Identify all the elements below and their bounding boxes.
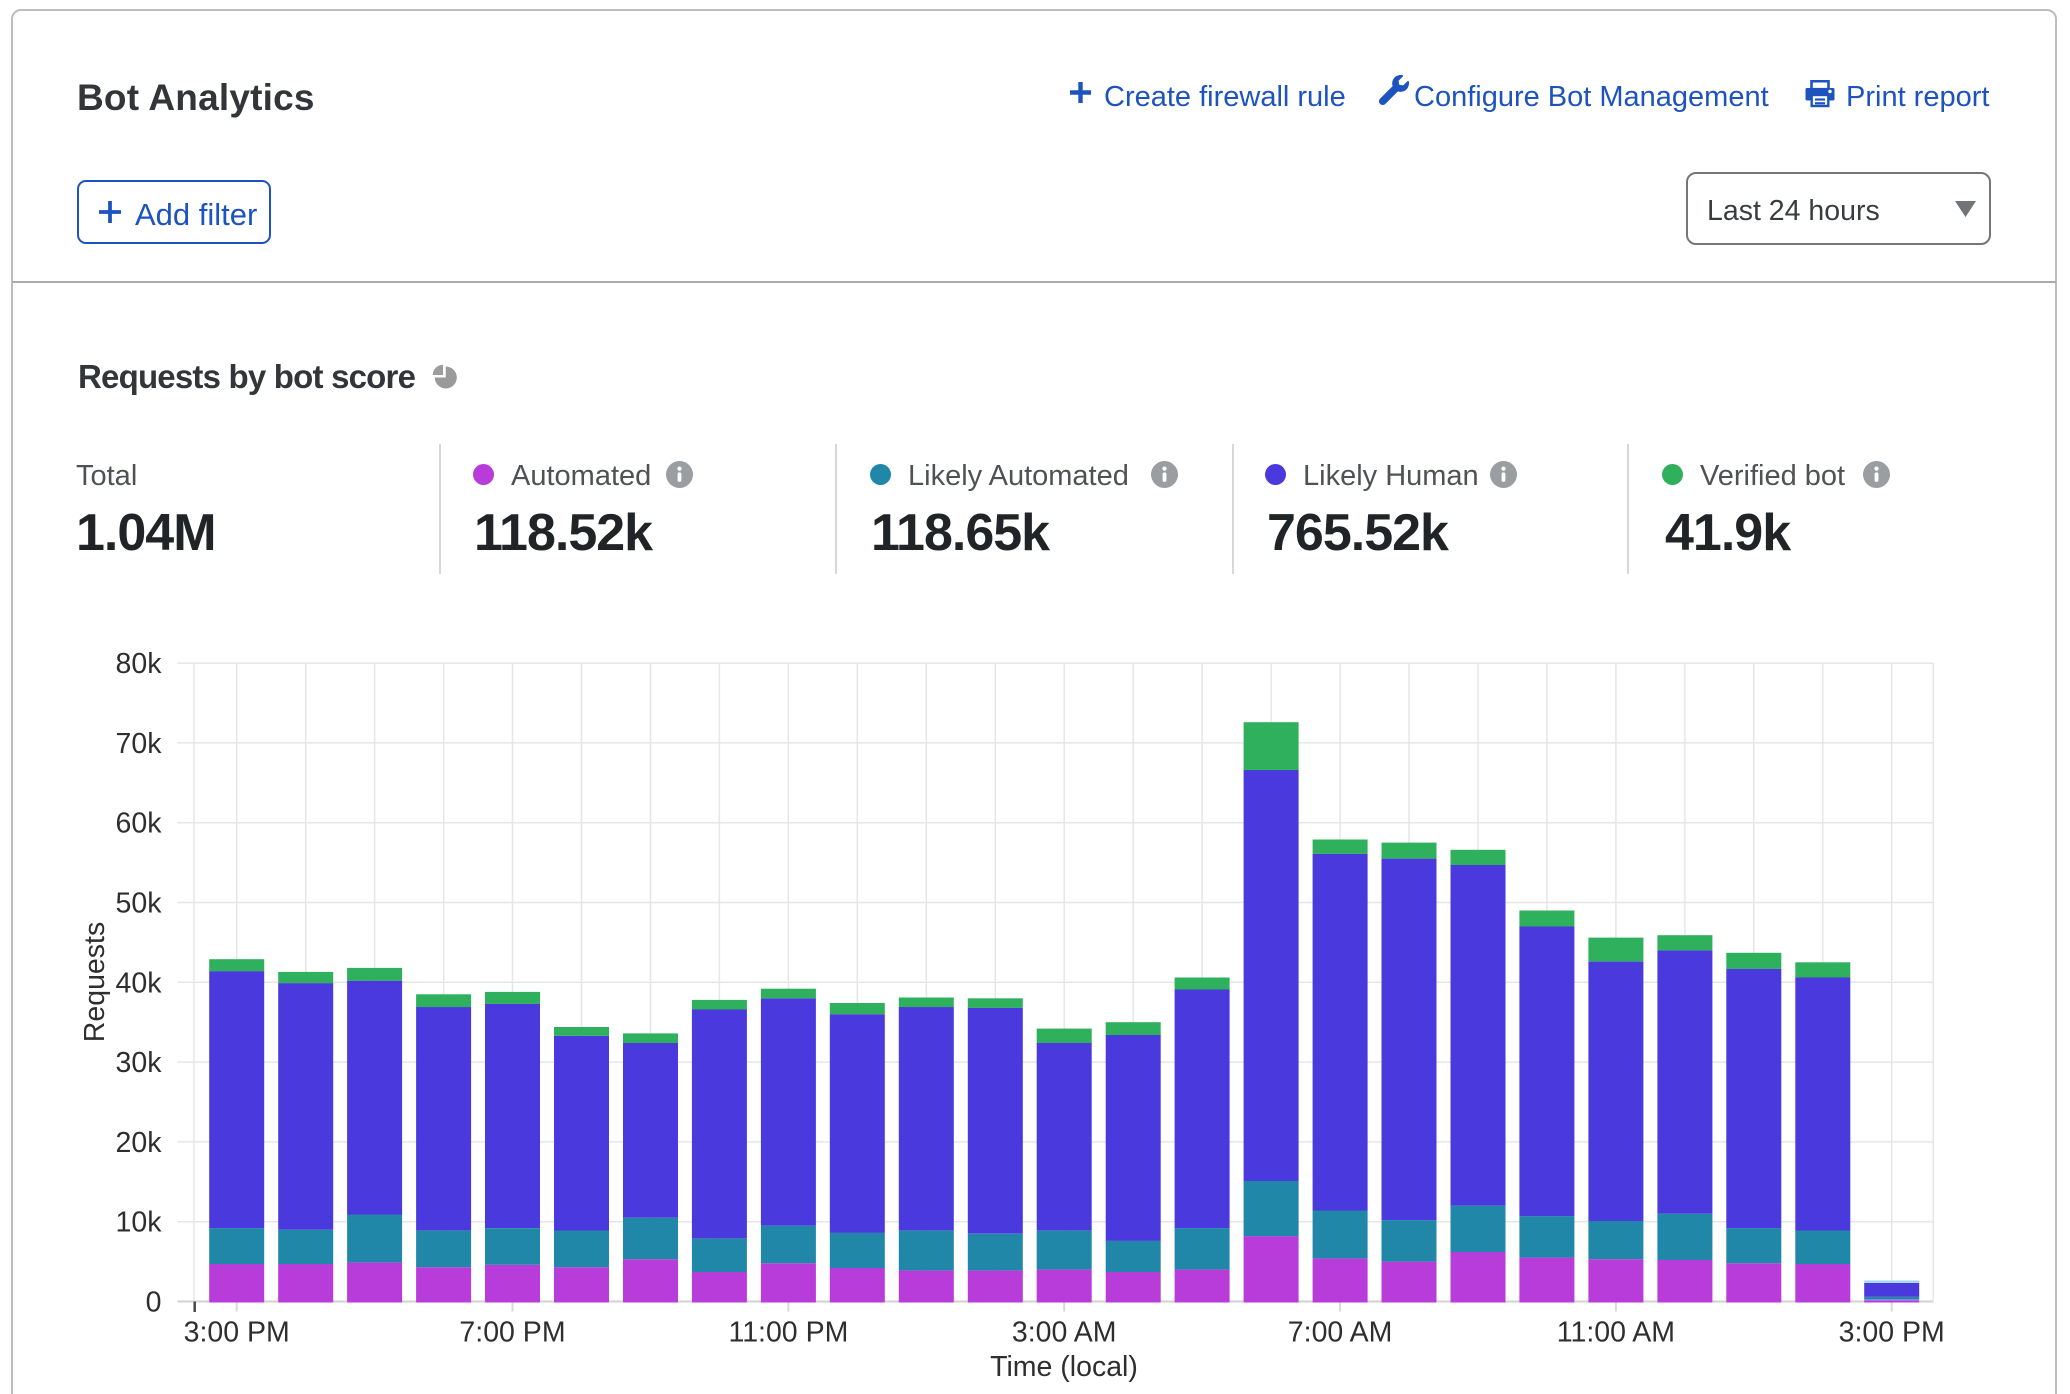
svg-text:7:00 AM: 7:00 AM [1288, 1317, 1393, 1349]
svg-text:80k: 80k [116, 648, 163, 680]
svg-text:60k: 60k [116, 808, 163, 840]
svg-text:20k: 20k [116, 1127, 163, 1159]
svg-text:3:00 PM: 3:00 PM [1839, 1317, 1945, 1349]
svg-text:11:00 PM: 11:00 PM [728, 1317, 848, 1349]
svg-text:50k: 50k [116, 888, 163, 920]
svg-text:0: 0 [146, 1287, 162, 1319]
svg-text:7:00 PM: 7:00 PM [459, 1317, 565, 1349]
svg-text:70k: 70k [116, 728, 163, 760]
svg-text:40k: 40k [116, 967, 163, 999]
svg-text:10k: 10k [116, 1207, 163, 1239]
svg-text:Time (local): Time (local) [990, 1351, 1138, 1383]
svg-text:Requests: Requests [79, 922, 111, 1042]
svg-text:11:00 AM: 11:00 AM [1557, 1317, 1675, 1349]
svg-text:3:00 AM: 3:00 AM [1012, 1317, 1117, 1349]
svg-text:30k: 30k [116, 1047, 163, 1079]
svg-text:3:00 PM: 3:00 PM [184, 1317, 290, 1349]
